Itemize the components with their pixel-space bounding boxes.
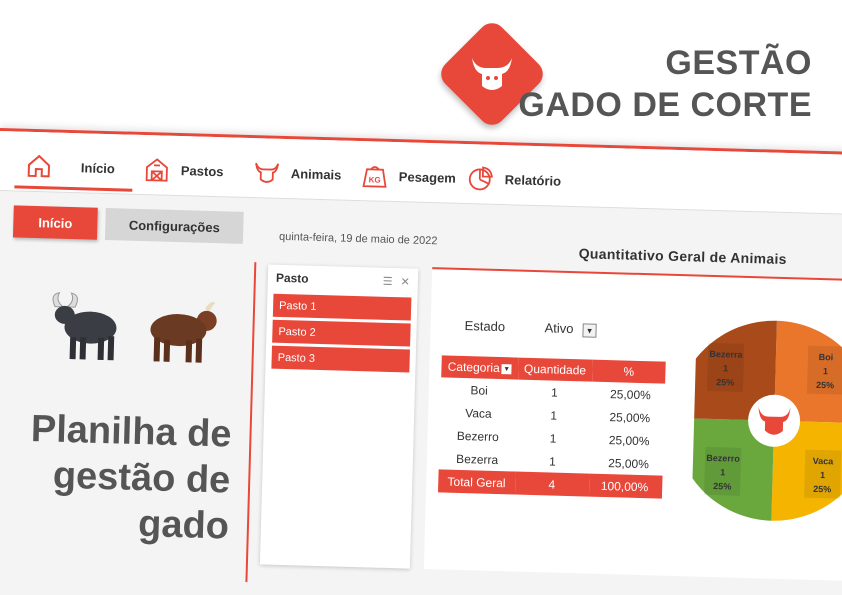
header-percent: % [591, 359, 666, 384]
water-buffalo-icon [52, 292, 117, 361]
pie-label-count: 1 [820, 470, 825, 480]
pie-label-name: Boi [819, 352, 834, 362]
nav-item-pesagem[interactable]: KG Pesagem [360, 155, 456, 198]
pie-label-name: Bezerra [709, 349, 743, 360]
intro-title: Planilha de gestão de gado [28, 406, 232, 550]
table-cell: 25,00% [608, 432, 650, 448]
pie-label-count: 1 [720, 467, 725, 477]
app-window: Início Pastos Animais KG Pesagem Relatór… [0, 128, 842, 595]
intro-title-line3: gado [137, 503, 230, 548]
pie-label-percent: 25% [813, 484, 831, 494]
pie-label-percent: 25% [716, 377, 734, 387]
slicer-item[interactable]: Pasto 3 [271, 345, 410, 373]
nav-label: Início [80, 159, 116, 176]
table-cell: 4 [514, 471, 590, 497]
barn-icon [145, 158, 168, 182]
pie-label-name: Vaca [813, 456, 835, 467]
pasto-slicer: Pasto ☰ ✕ Pasto 1 Pasto 2 Pasto 3 [259, 264, 419, 569]
dashboard-title: Quantitativo Geral de Animais [578, 245, 787, 268]
pie-label-percent: 25% [713, 481, 731, 491]
slicer-item[interactable]: Pasto 2 [272, 319, 411, 347]
weight-kg-icon: KG [362, 166, 387, 188]
table-cell: 1 [549, 430, 557, 446]
pie-label-percent: 25% [816, 380, 834, 390]
table-cell: 1 [550, 407, 558, 423]
table-cell: Bezerra [455, 451, 499, 467]
intro-panel: Planilha de gestão de gado [3, 255, 257, 583]
table-cell: Boi [470, 382, 488, 398]
nav-active-indicator [14, 185, 133, 192]
current-date: quinta-feira, 19 de maio de 2022 [278, 230, 438, 248]
nav-item-relatorio[interactable]: Relatório [466, 158, 561, 201]
pie-label-count: 1 [723, 363, 728, 373]
brand-title: GESTÃO GADO DE CORTE [518, 42, 812, 126]
brand-title-line1: GESTÃO [665, 44, 812, 82]
dashboard-panel: Quantitativo Geral de Animais Estado Ati… [423, 245, 842, 581]
filter-value: Ativo [544, 320, 574, 337]
svg-text:KG: KG [369, 175, 381, 184]
pie-label-name: Bezerro [706, 453, 740, 464]
divider [432, 267, 842, 281]
multi-select-icon[interactable]: ☰ [383, 274, 393, 287]
table-total-row: Total Geral 4 100,00% [437, 469, 663, 499]
table-cell: Vaca [465, 405, 492, 421]
table-cell: 1 [548, 453, 557, 469]
slicer-item[interactable]: Pasto 1 [272, 293, 412, 321]
slicer-header: Pasto ☰ ✕ [268, 265, 419, 295]
bull-head-icon [472, 58, 512, 90]
nav-item-pastos[interactable]: Pastos [142, 149, 224, 191]
table-cell: Bezerro [456, 428, 500, 444]
nav-label: Pesagem [398, 168, 457, 186]
table-cell: Total Geral [437, 469, 516, 495]
table-cell: 100,00% [588, 473, 663, 499]
pivot-table: Categoria ▾ Quantidade % Boi 1 25,00% Vac… [437, 355, 666, 499]
ox-icon [150, 301, 217, 363]
top-nav: Início Pastos Animais KG Pesagem Relatór… [0, 130, 842, 215]
table-cell: 25,00% [609, 386, 652, 402]
nav-label: Relatório [504, 171, 562, 189]
configuracoes-button[interactable]: Configurações [104, 207, 244, 244]
filter-dropdown-icon[interactable]: ▾ [582, 323, 597, 338]
table-cell: 1 [550, 384, 558, 400]
bull-head-icon [255, 162, 279, 183]
dropdown-arrow-icon[interactable]: ▾ [501, 363, 512, 375]
category-pie-chart: Boi 1 25% Vaca 1 25% Bezerro 1 25% Bezerra 1 25% [691, 320, 842, 521]
brand-title-line2: GADO DE CORTE [518, 86, 812, 124]
nav-item-inicio[interactable]: Início [24, 146, 115, 188]
pie-chart-icon [468, 166, 493, 191]
header-categoria[interactable]: Categoria ▾ [441, 355, 519, 380]
intro-title-line2: gestão de [52, 454, 231, 502]
pie-label-count: 1 [823, 366, 828, 376]
nav-item-animais[interactable]: Animais [252, 152, 342, 194]
home-icon [27, 154, 50, 178]
inicio-button[interactable]: Início [12, 205, 98, 240]
nav-label: Animais [290, 165, 342, 183]
table-cell: 25,00% [609, 409, 651, 425]
table-cell: 25,00% [607, 455, 650, 471]
intro-title-line1: Planilha de [30, 407, 233, 456]
clear-filter-icon[interactable]: ✕ [400, 275, 410, 288]
filter-label: Estado [464, 318, 506, 335]
header-quantidade: Quantidade [517, 357, 593, 382]
nav-label: Pastos [180, 162, 224, 179]
slicer-title: Pasto [275, 270, 309, 286]
